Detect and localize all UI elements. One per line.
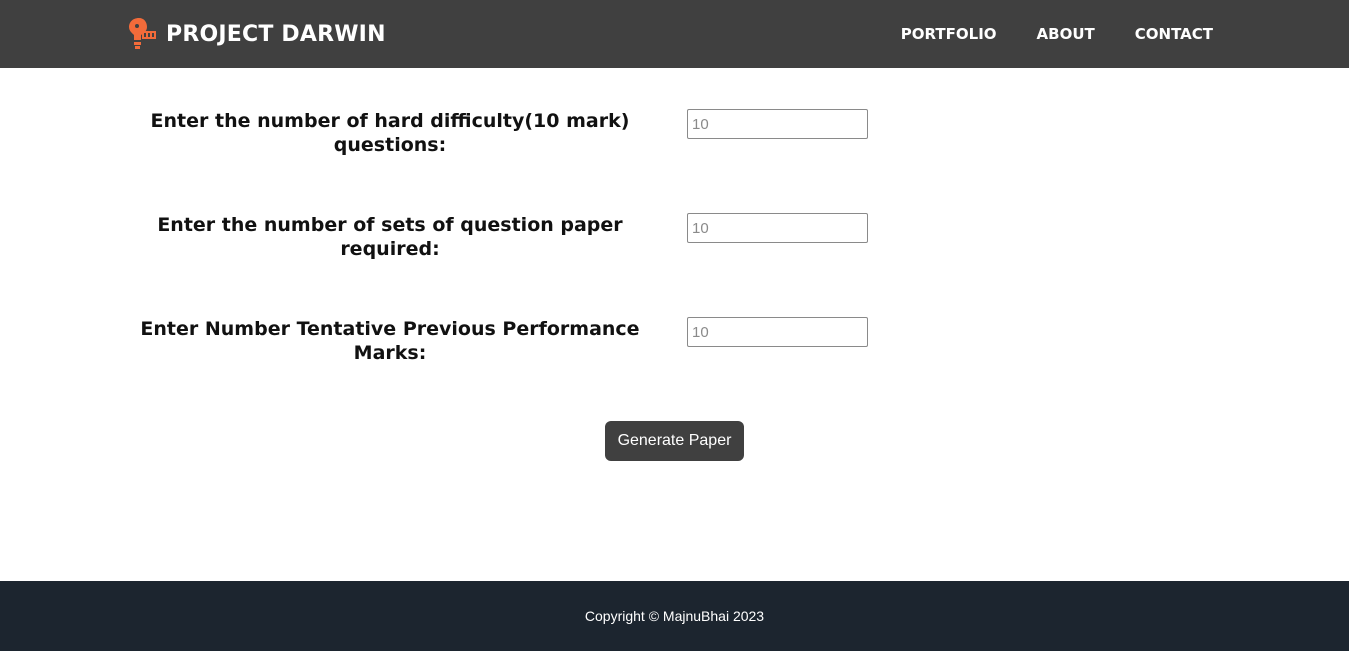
hard-questions-label: Enter the number of hard difficulty(10 m…	[150, 110, 630, 156]
page: PROJECT DARWIN PORTFOLIO ABOUT CONTACT E…	[0, 0, 1349, 651]
nav-portfolio-link[interactable]: PORTFOLIO	[901, 25, 997, 43]
nav-about-link[interactable]: ABOUT	[1037, 25, 1095, 43]
previous-marks-label: Enter Number Tentative Previous Performa…	[140, 318, 640, 364]
sets-input[interactable]	[687, 213, 868, 243]
hard-questions-input[interactable]	[687, 109, 868, 139]
navbar: PROJECT DARWIN PORTFOLIO ABOUT CONTACT	[0, 0, 1349, 68]
brand-link[interactable]: PROJECT DARWIN	[128, 14, 386, 54]
nav-contact-link[interactable]: CONTACT	[1135, 25, 1213, 43]
nav-links: PORTFOLIO ABOUT CONTACT	[901, 0, 1213, 68]
sets-label: Enter the number of sets of question pap…	[157, 214, 623, 260]
lightbulb-logo-icon	[129, 18, 156, 49]
brand-name: PROJECT DARWIN	[166, 21, 386, 47]
previous-marks-input[interactable]	[687, 317, 868, 347]
copyright-text: Copyright © MajnuBhai 2023	[584, 608, 765, 624]
footer: Copyright © MajnuBhai 2023	[0, 581, 1349, 651]
generate-paper-button[interactable]: Generate Paper	[605, 421, 744, 461]
